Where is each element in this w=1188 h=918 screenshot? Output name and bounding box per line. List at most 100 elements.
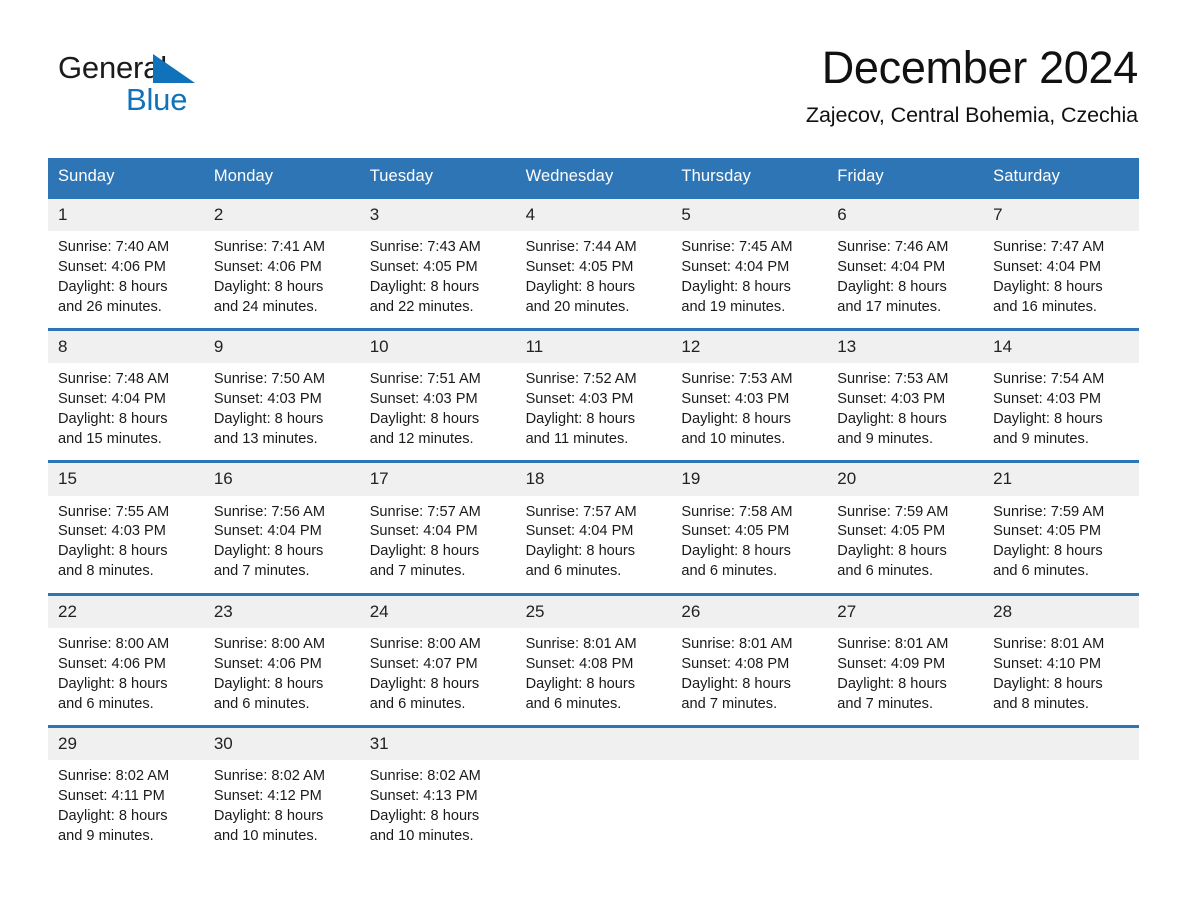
daylight-line2: and 7 minutes. xyxy=(837,695,934,712)
day-number[interactable]: 19 xyxy=(671,463,827,495)
sunset-text: Sunset: 4:03 PM xyxy=(681,391,790,408)
day-number[interactable]: 12 xyxy=(671,331,827,363)
day-number[interactable]: 2 xyxy=(204,199,360,231)
day-cell[interactable]: Sunrise: 7:59 AM Sunset: 4:05 PM Dayligh… xyxy=(983,496,1139,593)
day-cell[interactable]: Sunrise: 7:57 AM Sunset: 4:04 PM Dayligh… xyxy=(516,496,672,593)
day-cell[interactable]: Sunrise: 8:01 AM Sunset: 4:09 PM Dayligh… xyxy=(827,628,983,725)
day-cell[interactable]: Sunrise: 7:40 AM Sunset: 4:06 PM Dayligh… xyxy=(48,231,204,328)
sunrise-text: Sunrise: 8:01 AM xyxy=(837,635,949,652)
day-number[interactable]: 11 xyxy=(516,331,672,363)
day-number[interactable]: 1 xyxy=(48,199,204,231)
day-number[interactable]: 5 xyxy=(671,199,827,231)
day-cell[interactable]: Sunrise: 7:58 AM Sunset: 4:05 PM Dayligh… xyxy=(671,496,827,593)
day-number[interactable]: 4 xyxy=(516,199,672,231)
day-cell[interactable]: Sunrise: 8:01 AM Sunset: 4:10 PM Dayligh… xyxy=(983,628,1139,725)
day-cell[interactable]: Sunrise: 7:56 AM Sunset: 4:04 PM Dayligh… xyxy=(204,496,360,593)
day-cell[interactable]: Sunrise: 8:00 AM Sunset: 4:06 PM Dayligh… xyxy=(204,628,360,725)
sunset-text: Sunset: 4:03 PM xyxy=(213,391,322,408)
daylight-line1: Daylight: 8 hours xyxy=(525,675,636,692)
weekday-header-row: Sunday Monday Tuesday Wednesday Thursday… xyxy=(48,158,1139,196)
calendar-week-row: 15 16 17 18 19 20 21 Sunrise: 7:55 AM Su… xyxy=(48,460,1139,593)
sunset-text: Sunset: 4:04 PM xyxy=(837,258,946,275)
day-detail-row: Sunrise: 8:02 AM Sunset: 4:11 PM Dayligh… xyxy=(48,760,1139,861)
daylight-line1: Daylight: 8 hours xyxy=(837,675,947,692)
day-number[interactable]: 24 xyxy=(360,596,516,628)
day-cell[interactable]: Sunrise: 8:00 AM Sunset: 4:07 PM Dayligh… xyxy=(360,628,516,725)
day-number[interactable]: 18 xyxy=(516,463,672,495)
day-cell[interactable]: Sunrise: 8:02 AM Sunset: 4:11 PM Dayligh… xyxy=(48,760,204,860)
day-cell[interactable]: Sunrise: 7:55 AM Sunset: 4:03 PM Dayligh… xyxy=(48,496,204,593)
day-cell[interactable]: Sunrise: 7:46 AM Sunset: 4:04 PM Dayligh… xyxy=(827,231,983,328)
day-number[interactable]: 29 xyxy=(48,728,204,760)
day-cell[interactable]: Sunrise: 8:02 AM Sunset: 4:13 PM Dayligh… xyxy=(360,760,516,860)
day-number[interactable]: 31 xyxy=(360,728,516,760)
daylight-line2: and 6 minutes. xyxy=(837,563,934,580)
daylight-line1: Daylight: 8 hours xyxy=(58,807,168,824)
daylight-line2: and 15 minutes. xyxy=(58,431,162,448)
day-number[interactable]: 21 xyxy=(983,463,1139,495)
daylight-line1: Daylight: 8 hours xyxy=(369,278,480,295)
day-cell[interactable]: Sunrise: 7:54 AM Sunset: 4:03 PM Dayligh… xyxy=(983,363,1139,460)
day-number[interactable]: 30 xyxy=(204,728,360,760)
daylight-line2: and 9 minutes. xyxy=(837,431,934,448)
sunrise-text: Sunrise: 7:59 AM xyxy=(837,503,949,520)
day-cell[interactable]: Sunrise: 8:00 AM Sunset: 4:06 PM Dayligh… xyxy=(48,628,204,725)
day-number[interactable]: 3 xyxy=(360,199,516,231)
sunrise-text: Sunrise: 7:51 AM xyxy=(369,371,481,388)
day-cell[interactable]: Sunrise: 7:50 AM Sunset: 4:03 PM Dayligh… xyxy=(204,363,360,460)
day-cell[interactable]: Sunrise: 7:44 AM Sunset: 4:05 PM Dayligh… xyxy=(516,231,672,328)
day-cell[interactable]: Sunrise: 8:02 AM Sunset: 4:12 PM Dayligh… xyxy=(204,760,360,860)
day-cell[interactable]: Sunrise: 7:45 AM Sunset: 4:04 PM Dayligh… xyxy=(671,231,827,328)
sunset-text: Sunset: 4:08 PM xyxy=(681,655,790,672)
sunset-text: Sunset: 4:05 PM xyxy=(681,523,790,540)
day-number[interactable]: 8 xyxy=(48,331,204,363)
generalblue-logo[interactable]: General Blue xyxy=(58,52,238,115)
day-number[interactable]: 27 xyxy=(827,596,983,628)
daylight-line1: Daylight: 8 hours xyxy=(837,411,947,428)
daylight-line1: Daylight: 8 hours xyxy=(369,543,480,560)
daylight-line2: and 10 minutes. xyxy=(369,827,474,844)
sunrise-text: Sunrise: 8:01 AM xyxy=(525,635,637,652)
day-number[interactable]: 25 xyxy=(516,596,672,628)
day-cell[interactable]: Sunrise: 7:41 AM Sunset: 4:06 PM Dayligh… xyxy=(204,231,360,328)
day-number[interactable]: 7 xyxy=(983,199,1139,231)
day-cell[interactable]: Sunrise: 7:53 AM Sunset: 4:03 PM Dayligh… xyxy=(827,363,983,460)
day-cell[interactable]: Sunrise: 7:57 AM Sunset: 4:04 PM Dayligh… xyxy=(360,496,516,593)
day-cell-empty xyxy=(516,760,672,860)
daylight-line2: and 6 minutes. xyxy=(993,563,1089,580)
day-cell[interactable]: Sunrise: 8:01 AM Sunset: 4:08 PM Dayligh… xyxy=(671,628,827,725)
day-number[interactable]: 14 xyxy=(983,331,1139,363)
daylight-line1: Daylight: 8 hours xyxy=(681,675,791,692)
day-cell[interactable]: Sunrise: 8:01 AM Sunset: 4:08 PM Dayligh… xyxy=(516,628,672,725)
day-number[interactable]: 9 xyxy=(204,331,360,363)
day-number[interactable]: 16 xyxy=(204,463,360,495)
calendar-week-row: 1 2 3 4 5 6 7 Sunrise: 7:40 AM Sunset: 4… xyxy=(48,195,1139,329)
day-number[interactable]: 10 xyxy=(360,331,516,363)
day-cell[interactable]: Sunrise: 7:47 AM Sunset: 4:04 PM Dayligh… xyxy=(983,231,1139,328)
daylight-line1: Daylight: 8 hours xyxy=(681,278,791,295)
day-number[interactable]: 26 xyxy=(671,596,827,628)
daylight-line2: and 16 minutes. xyxy=(993,298,1097,315)
day-number[interactable]: 23 xyxy=(204,596,360,628)
daylight-line1: Daylight: 8 hours xyxy=(369,675,480,692)
sunset-text: Sunset: 4:03 PM xyxy=(525,391,634,408)
day-cell[interactable]: Sunrise: 7:59 AM Sunset: 4:05 PM Dayligh… xyxy=(827,496,983,593)
daylight-line2: and 7 minutes. xyxy=(681,695,778,712)
daylight-line1: Daylight: 8 hours xyxy=(58,411,168,428)
day-cell[interactable]: Sunrise: 7:43 AM Sunset: 4:05 PM Dayligh… xyxy=(360,231,516,328)
day-number-empty xyxy=(827,728,983,760)
calendar-page: General Blue December 2024 Zajecov, Cent… xyxy=(0,0,1188,918)
daylight-line2: and 6 minutes. xyxy=(369,695,466,712)
day-number[interactable]: 20 xyxy=(827,463,983,495)
day-number[interactable]: 15 xyxy=(48,463,204,495)
day-number[interactable]: 28 xyxy=(983,596,1139,628)
day-cell[interactable]: Sunrise: 7:48 AM Sunset: 4:04 PM Dayligh… xyxy=(48,363,204,460)
day-number[interactable]: 13 xyxy=(827,331,983,363)
day-number[interactable]: 6 xyxy=(827,199,983,231)
weekday-header-saturday: Saturday xyxy=(993,167,1060,185)
day-number[interactable]: 17 xyxy=(360,463,516,495)
day-cell[interactable]: Sunrise: 7:52 AM Sunset: 4:03 PM Dayligh… xyxy=(516,363,672,460)
day-number[interactable]: 22 xyxy=(48,596,204,628)
day-cell[interactable]: Sunrise: 7:51 AM Sunset: 4:03 PM Dayligh… xyxy=(360,363,516,460)
day-cell[interactable]: Sunrise: 7:53 AM Sunset: 4:03 PM Dayligh… xyxy=(671,363,827,460)
